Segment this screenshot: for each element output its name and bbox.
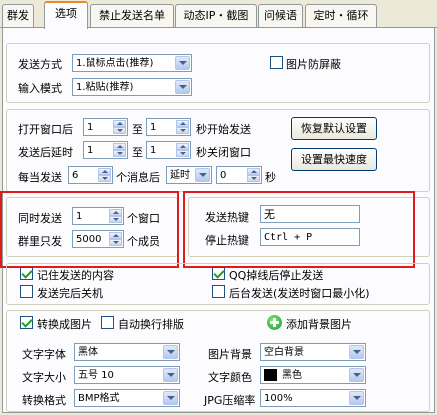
stepper-up-icon[interactable] <box>176 120 189 127</box>
input-mode-select[interactable]: 1.粘贴(推荐) <box>72 78 192 96</box>
chevron-down-icon[interactable] <box>163 391 178 405</box>
remember-content-label: 记住发送的内容 <box>37 269 114 282</box>
open-delay-to-value: 1 <box>150 122 157 133</box>
chevron-down-icon[interactable] <box>349 391 364 405</box>
tab-group-send[interactable]: 群发 <box>2 4 34 28</box>
to-label: 至 <box>132 146 143 159</box>
tab-schedule-loop[interactable]: 定时・循环 <box>305 4 377 28</box>
delay-seconds-value: 0 <box>220 170 227 181</box>
chevron-down-icon[interactable] <box>163 345 178 359</box>
font-value: 黑体 <box>78 347 98 358</box>
font-size-select[interactable]: 五号 10 <box>74 366 180 384</box>
chevron-down-icon[interactable] <box>163 368 178 382</box>
close-delay-to-value: 1 <box>150 145 157 156</box>
text-color-value: 黑色 <box>282 370 302 381</box>
open-delay-suffix: 秒开始发送 <box>196 123 251 136</box>
send-mode-select[interactable]: 1.鼠标点击(推荐) <box>72 54 192 72</box>
restore-defaults-button[interactable]: 恢复默认设置 <box>291 117 377 140</box>
jpg-quality-label: JPG压缩率 <box>204 394 256 407</box>
open-delay-from-value: 1 <box>87 122 94 133</box>
stepper-up-icon[interactable] <box>113 120 126 127</box>
tab-blocklist[interactable]: 禁止发送名单 <box>90 4 174 28</box>
color-swatch <box>264 369 277 381</box>
convert-to-image-label: 转换成图片 <box>37 318 92 331</box>
highlight-box-batch <box>0 191 179 268</box>
after-messages-label: 个消息后 <box>116 171 160 184</box>
stepper-down-icon[interactable] <box>113 150 126 157</box>
stepper-down-icon[interactable] <box>176 127 189 134</box>
chevron-down-icon[interactable] <box>175 80 190 94</box>
remember-content-checkbox[interactable] <box>20 267 33 280</box>
text-color-select[interactable]: 黑色 <box>260 366 366 384</box>
qq-offline-stop-checkbox[interactable] <box>212 267 225 280</box>
font-size-label: 文字大小 <box>22 371 66 384</box>
convert-to-image-checkbox[interactable] <box>20 316 33 329</box>
delay-mode-select[interactable]: 延时 <box>166 166 212 184</box>
stepper-up-icon[interactable] <box>247 168 260 175</box>
chevron-down-icon[interactable] <box>349 345 364 359</box>
message-count-stepper[interactable]: 6 <box>68 166 113 184</box>
stepper-down-icon[interactable] <box>113 127 126 134</box>
auto-wrap-label: 自动换行排版 <box>118 318 184 331</box>
delay-mode-value: 延时 <box>170 170 190 181</box>
add-icon[interactable] <box>267 315 282 330</box>
close-delay-from-value: 1 <box>87 145 94 156</box>
input-mode-label: 输入模式 <box>18 82 62 95</box>
text-color-label: 文字颜色 <box>208 371 252 384</box>
close-delay-suffix: 秒关闭窗口 <box>196 146 251 159</box>
image-background-value: 空白背景 <box>264 347 304 358</box>
stepper-down-icon[interactable] <box>247 175 260 182</box>
close-delay-to-stepper[interactable]: 1 <box>146 141 191 159</box>
fastest-speed-button[interactable]: 设置最快速度 <box>291 148 377 171</box>
send-mode-label: 发送方式 <box>18 58 62 71</box>
open-delay-label: 打开窗口后 <box>18 123 73 136</box>
convert-format-label: 转换格式 <box>22 394 66 407</box>
shutdown-after-label: 发送完后关机 <box>37 287 103 300</box>
font-size-value: 五号 10 <box>78 370 114 381</box>
delay-seconds-stepper[interactable]: 0 <box>216 166 262 184</box>
highlight-box-hotkeys <box>183 191 415 268</box>
anti-screen-label: 图片防屏蔽 <box>286 58 341 71</box>
tab-bar: 群发 选项 禁止发送名单 动态IP・截图 问候语 定时・循环 <box>0 0 437 29</box>
anti-screen-checkbox[interactable] <box>270 56 283 69</box>
send-mode-value: 1.鼠标点击(推荐) <box>76 58 154 69</box>
jpg-quality-value: 100% <box>264 393 293 404</box>
stepper-up-icon[interactable] <box>98 168 111 175</box>
open-delay-from-stepper[interactable]: 1 <box>83 118 128 136</box>
jpg-quality-select[interactable]: 100% <box>260 389 366 407</box>
background-send-checkbox[interactable] <box>212 285 225 298</box>
image-background-select[interactable]: 空白背景 <box>260 343 366 361</box>
close-delay-from-stepper[interactable]: 1 <box>83 141 128 159</box>
input-mode-value: 1.粘贴(推荐) <box>76 82 134 93</box>
seconds-label: 秒 <box>265 171 276 184</box>
shutdown-after-checkbox[interactable] <box>20 285 33 298</box>
chevron-down-icon[interactable] <box>175 56 190 70</box>
stepper-down-icon[interactable] <box>176 150 189 157</box>
tab-dynamic-ip-screenshot[interactable]: 动态IP・截图 <box>175 4 257 28</box>
add-background-label[interactable]: 添加背景图片 <box>286 316 352 332</box>
chevron-down-icon[interactable] <box>195 168 210 182</box>
to-label: 至 <box>132 123 143 136</box>
every-send-label: 每当发送 <box>18 171 62 184</box>
qq-offline-stop-label: QQ掉线后停止发送 <box>229 269 324 282</box>
tab-options[interactable]: 选项 <box>44 1 88 29</box>
stepper-down-icon[interactable] <box>98 175 111 182</box>
convert-format-value: BMP格式 <box>78 393 120 404</box>
background-send-label: 后台发送(发送时窗口最小化) <box>229 287 370 300</box>
message-count-value: 6 <box>72 170 79 181</box>
font-select[interactable]: 黑体 <box>74 343 180 361</box>
chevron-down-icon[interactable] <box>349 368 364 382</box>
stepper-up-icon[interactable] <box>113 143 126 150</box>
send-mode-group <box>6 43 430 103</box>
convert-format-select[interactable]: BMP格式 <box>74 389 180 407</box>
open-delay-to-stepper[interactable]: 1 <box>146 118 191 136</box>
font-label: 文字字体 <box>22 348 66 361</box>
close-delay-label: 发送后延时 <box>18 146 73 159</box>
auto-wrap-checkbox[interactable] <box>101 316 114 329</box>
image-background-label: 图片背景 <box>208 348 252 361</box>
tab-greetings[interactable]: 问候语 <box>258 4 303 28</box>
stepper-up-icon[interactable] <box>176 143 189 150</box>
